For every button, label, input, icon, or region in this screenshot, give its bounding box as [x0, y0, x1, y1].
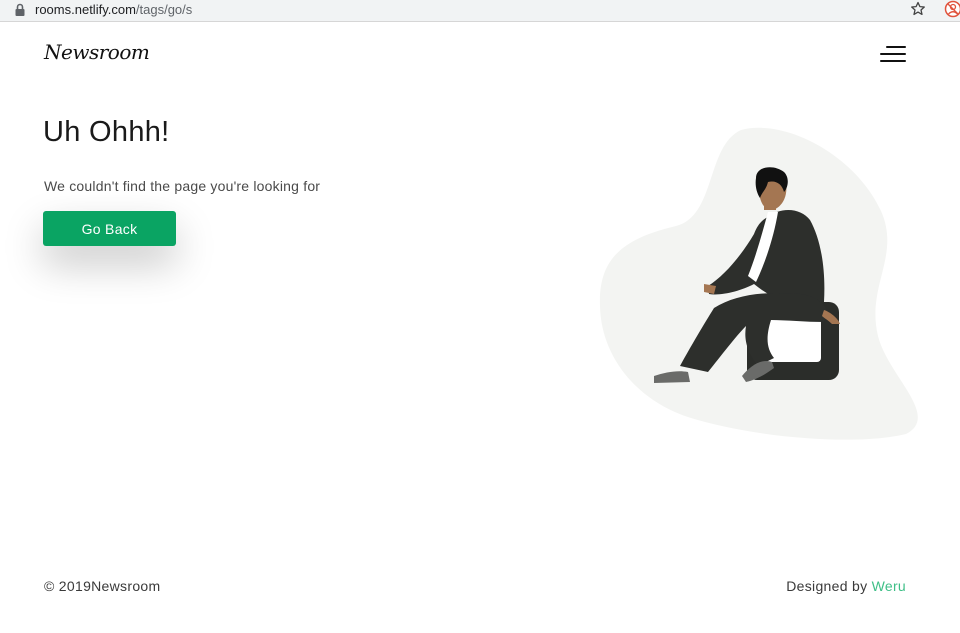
site-logo[interactable]: Newsroom [44, 40, 150, 64]
lock-icon [15, 3, 25, 16]
star-icon[interactable] [910, 1, 926, 17]
sitting-person-illustration [599, 127, 918, 440]
menu-line [886, 46, 906, 48]
designed-by-text: Designed by Weru [786, 578, 906, 594]
menu-line [880, 53, 906, 55]
not-found-message: We couldn't find the page you're looking… [44, 178, 321, 194]
designer-link[interactable]: Weru [872, 578, 906, 594]
hamburger-menu-icon[interactable] [878, 42, 908, 66]
profile-icon[interactable] [944, 0, 960, 18]
url-host: rooms.netlify.com [35, 2, 136, 17]
page-title: Uh Ohhh! [43, 116, 170, 148]
copyright-text: © 2019Newsroom [44, 578, 161, 594]
stool-opening [764, 318, 821, 362]
go-back-button[interactable]: Go Back [43, 211, 176, 246]
url-field[interactable]: rooms.netlify.com/tags/go/s [0, 0, 934, 20]
designed-by-prefix: Designed by [786, 578, 872, 594]
url-text[interactable]: rooms.netlify.com/tags/go/s [35, 2, 192, 18]
browser-address-bar: rooms.netlify.com/tags/go/s [0, 0, 960, 22]
url-path: /tags/go/s [135, 2, 193, 17]
menu-line [880, 60, 906, 62]
